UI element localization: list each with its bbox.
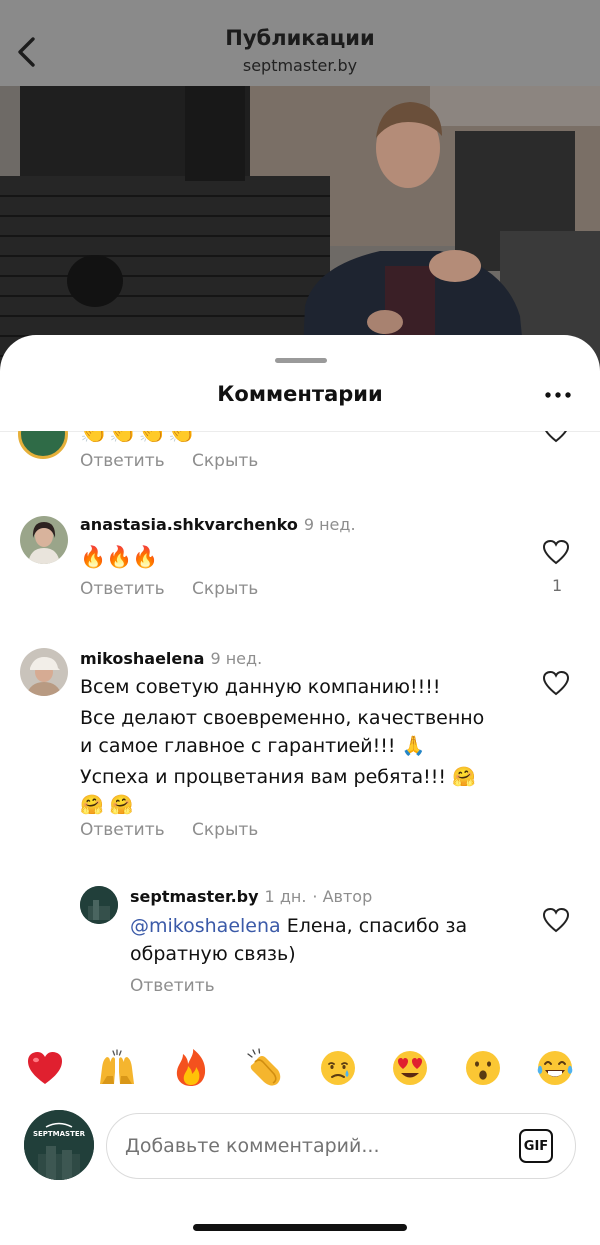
heart-eyes-emoji-icon[interactable] [390, 1048, 430, 1088]
comment-line: и самое главное с гарантией!!! 🙏 [80, 735, 426, 757]
comment-input-placeholder: Добавьте комментарий... [125, 1135, 380, 1157]
comments-sheet: Комментарии 👏👏👏👏 Ответить Скрыть anastas… [0, 335, 600, 1245]
emoji-quick-bar [0, 1040, 600, 1096]
like-count: 1 [552, 576, 563, 595]
avatar[interactable] [80, 886, 118, 924]
sheet-title: Комментарии [217, 382, 383, 406]
more-options-button[interactable] [538, 382, 578, 408]
heart-icon[interactable] [542, 431, 570, 443]
heart-icon[interactable] [542, 670, 570, 696]
comment-header: septmaster.by 1 дн. · Автор [130, 887, 372, 906]
top-header: Публикации septmaster.by [0, 0, 600, 86]
gif-button[interactable]: GIF [519, 1129, 553, 1163]
avatar[interactable] [20, 648, 68, 696]
comment-username[interactable]: mikoshaelena [80, 649, 204, 668]
comment-username[interactable]: anastasia.shkvarchenko [80, 515, 298, 534]
comment-actions: Ответить Скрыть [80, 579, 258, 599]
fire-emoji-icon[interactable] [171, 1048, 211, 1088]
heart-icon[interactable] [542, 907, 570, 933]
page-title: Публикации [225, 26, 375, 50]
comment-line: обратную связь) [130, 943, 296, 965]
comment-username[interactable]: septmaster.by [130, 887, 259, 906]
comment-line: Елена, спасибо за [280, 915, 468, 937]
crying-face-emoji-icon[interactable] [318, 1048, 358, 1088]
hide-button[interactable]: Скрыть [192, 579, 258, 599]
comment-actions: Ответить [130, 976, 215, 996]
avatar[interactable] [20, 516, 68, 564]
hide-button[interactable]: Скрыть [192, 451, 258, 471]
comment-header: mikoshaelena 9 нед. [80, 649, 262, 668]
comment-actions: Ответить Скрыть [80, 820, 258, 840]
comment-actions: Ответить Скрыть [80, 451, 258, 471]
comment-text: Всем советую данную компанию!!!! Все дел… [80, 673, 520, 819]
comment-time: 9 нед. [210, 649, 263, 668]
drag-handle[interactable] [275, 358, 327, 363]
reply-button[interactable]: Ответить [80, 579, 165, 599]
more-icon [545, 392, 571, 398]
home-indicator [193, 1224, 407, 1231]
comment-line: Все делают своевременно, качественно [80, 707, 485, 729]
comment-text: 👏👏👏👏 [80, 431, 198, 445]
surprised-face-emoji-icon[interactable] [463, 1048, 503, 1088]
comment-header: anastasia.shkvarchenko 9 нед. [80, 515, 356, 534]
comment-text: @mikoshaelena Елена, спасибо за обратную… [130, 912, 510, 968]
reply-button[interactable]: Ответить [80, 451, 165, 471]
reply-button[interactable]: Ответить [130, 976, 215, 996]
comment-time: 1 дн. [264, 887, 307, 906]
clapping-hands-emoji-icon[interactable] [244, 1048, 284, 1088]
hide-button[interactable]: Скрыть [192, 820, 258, 840]
avatar[interactable] [18, 431, 68, 459]
comment-text: 🔥🔥🔥 [80, 545, 159, 569]
comment-line: Успеха и процветания вам ребята!!! 🤗 [80, 766, 476, 788]
page-subtitle: septmaster.by [242, 56, 358, 75]
author-tag: · Автор [312, 887, 373, 906]
heart-emoji-icon[interactable] [25, 1048, 65, 1088]
comment-line: Всем советую данную компанию!!!! [80, 676, 441, 698]
comments-list: 👏👏👏👏 Ответить Скрыть anastasia.shkvarche… [0, 431, 600, 1021]
current-user-avatar[interactable]: SEPTMASTER [24, 1110, 94, 1180]
comment-line: 🤗 🤗 [80, 794, 134, 816]
mention-link[interactable]: @mikoshaelena [130, 915, 281, 937]
reply-button[interactable]: Ответить [80, 820, 165, 840]
comment-input[interactable]: Добавьте комментарий... GIF [106, 1113, 576, 1179]
brand-logo-text: SEPTMASTER [33, 1130, 86, 1138]
comment-time: 9 нед. [303, 515, 356, 534]
heart-icon[interactable] [542, 539, 570, 565]
raising-hands-emoji-icon[interactable] [97, 1048, 137, 1088]
tears-of-joy-emoji-icon[interactable] [535, 1048, 575, 1088]
